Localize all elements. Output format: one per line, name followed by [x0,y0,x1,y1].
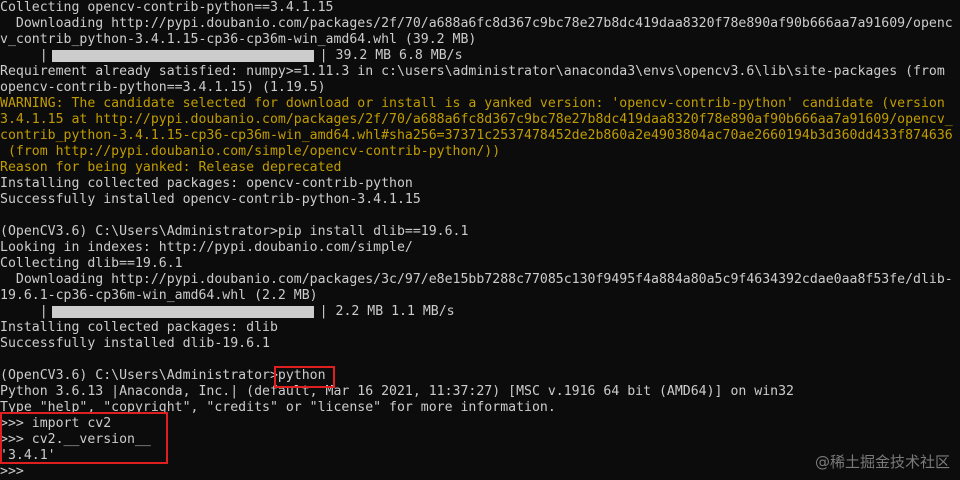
download-progress-bar: | | 2.2 MB 1.1 MB/s [0,304,960,320]
terminal-line: Requirement already satisfied: numpy>=1.… [0,64,945,79]
terminal-output[interactable]: Collecting opencv-contrib-python==3.4.1.… [0,0,960,480]
progress-prefix: | [0,304,48,319]
terminal-line: Type "help", "copyright", "credits" or "… [0,400,556,415]
warning-line: Reason for being yanked: Release depreca… [0,160,342,175]
download-progress-bar: | | 39.2 MB 6.8 MB/s [0,48,960,64]
warning-line: 3.4.1.15 at http://pypi.doubanio.com/pac… [0,112,953,127]
terminal-line: Downloading http://pypi.doubanio.com/pac… [0,16,953,31]
terminal-line: Looking in indexes: http://pypi.doubanio… [0,240,413,255]
warning-line: WARNING: The candidate selected for down… [0,96,945,111]
terminal-line: Successfully installed dlib-19.6.1 [0,336,270,351]
watermark: @稀土掘金技术社区 [814,453,950,471]
command-line: (OpenCV3.6) C:\Users\Administrator>pytho… [0,368,326,383]
progress-fill [51,50,314,62]
terminal-line: Installing collected packages: opencv-co… [0,176,413,191]
terminal-line: Successfully installed opencv-contrib-py… [0,192,421,207]
warning-line: contrib_python-3.4.1.15-cp36-cp36m-win_a… [0,128,953,143]
progress-suffix: | 2.2 MB 1.1 MB/s [319,304,455,319]
repl-input-line: >>> import cv2 [0,416,112,431]
command-line: (OpenCV3.6) C:\Users\Administrator>pip i… [0,224,469,239]
terminal-line: 19.6.1-cp36-cp36m-win_amd64.whl (2.2 MB) [0,288,318,303]
progress-fill [51,306,314,318]
progress-prefix: | [0,48,48,63]
repl-input-line: >>> cv2.__version__ [0,432,151,447]
terminal-line: Python 3.6.13 |Anaconda, Inc.| (default,… [0,384,794,399]
terminal-line: Collecting opencv-contrib-python==3.4.1.… [0,0,334,15]
progress-suffix: | 39.2 MB 6.8 MB/s [319,48,463,63]
warning-line: (from http://pypi.doubanio.com/simple/op… [0,144,501,159]
terminal-line: Collecting dlib==19.6.1 [0,256,183,271]
terminal-line: opencv-contrib-python==3.4.1.15) (1.19.5… [0,80,326,95]
terminal-line: Installing collected packages: dlib [0,320,278,335]
terminal-line: Downloading http://pypi.doubanio.com/pac… [0,272,953,287]
terminal-line: v_contrib_python-3.4.1.15-cp36-cp36m-win… [0,32,477,47]
